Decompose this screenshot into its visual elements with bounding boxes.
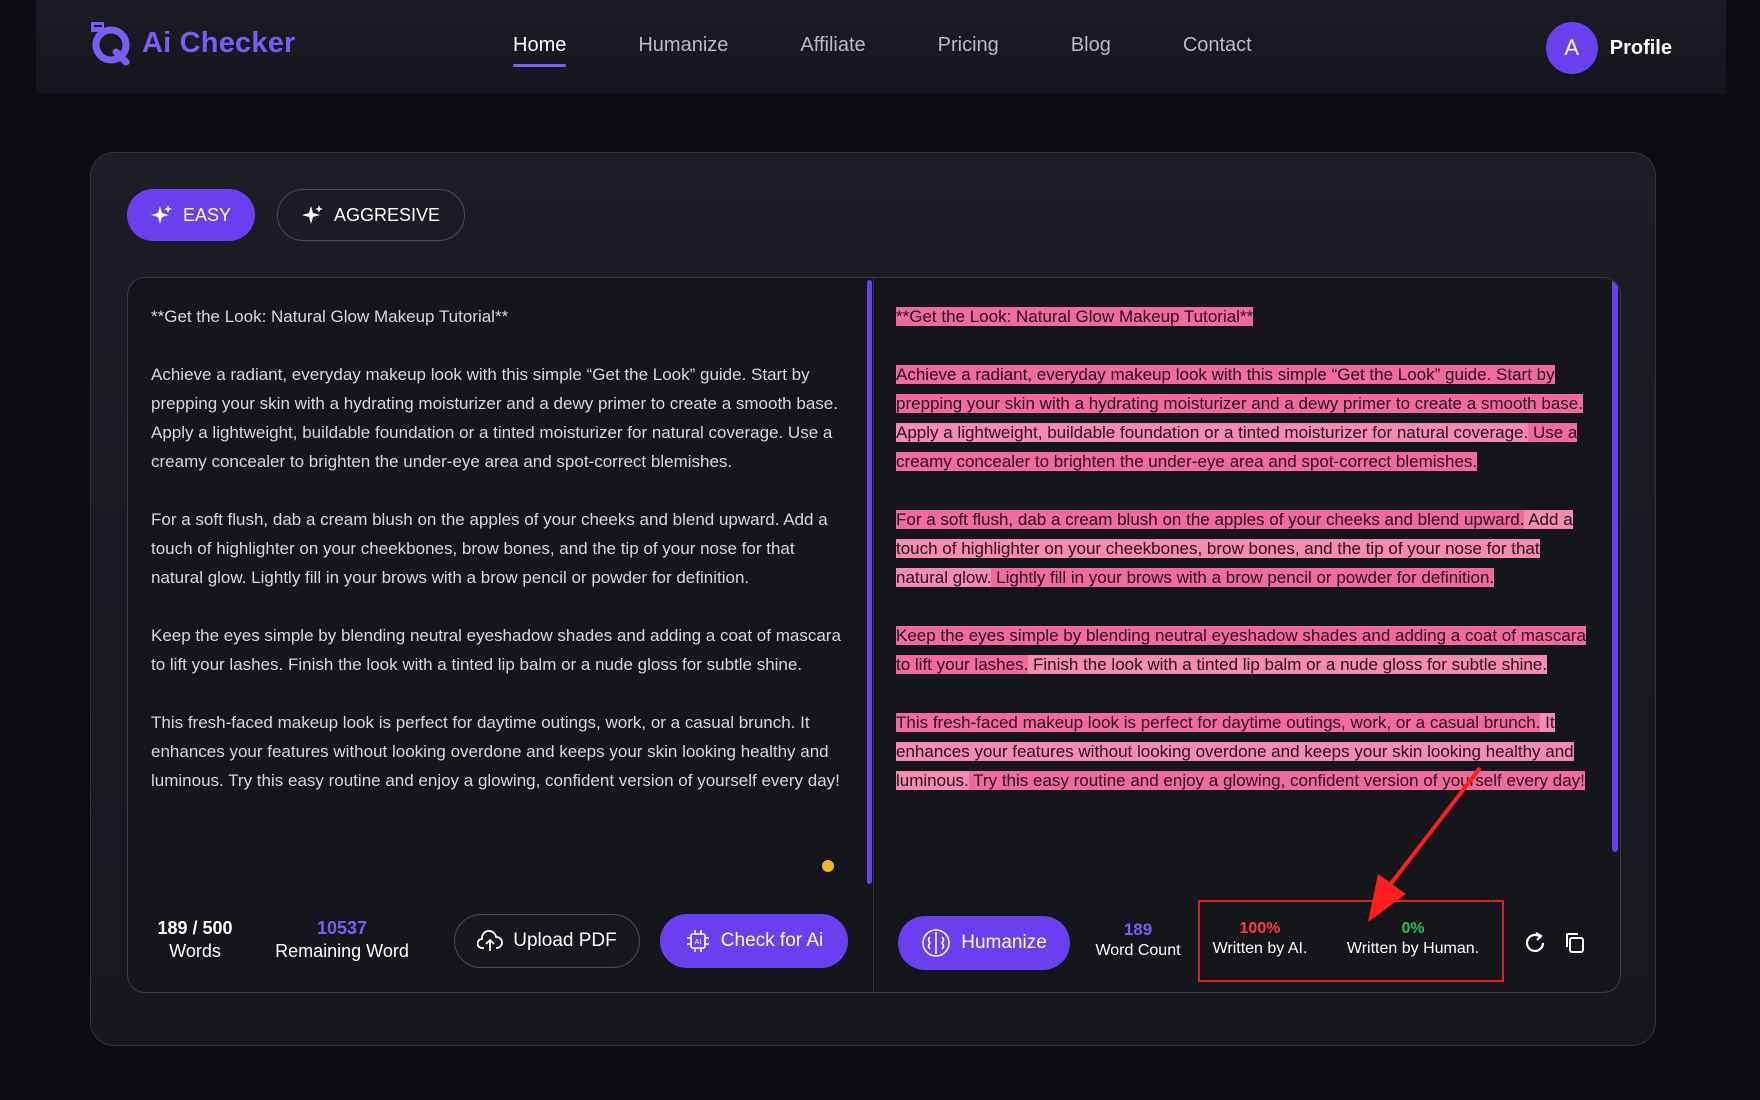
sparkle-icon (302, 205, 323, 224)
svg-text:AI: AI (694, 938, 701, 946)
status-dot (822, 860, 834, 872)
input-textarea[interactable]: **Get the Look: Natural Glow Makeup Tuto… (151, 302, 851, 902)
remaining-words-value: 10537 (316, 918, 368, 938)
nav-affiliate[interactable]: Affiliate (800, 34, 865, 65)
profile-label[interactable]: Profile (1610, 37, 1672, 60)
remaining-words-stat: 10537 Remaining Word (262, 918, 422, 962)
nav-pricing[interactable]: Pricing (938, 34, 999, 65)
nav-home[interactable]: Home (513, 34, 567, 67)
word-count-label: Words (169, 941, 221, 961)
ai-percent-value: 100% (1239, 920, 1281, 937)
input-paragraph: Keep the eyes simple by blending neutral… (151, 626, 841, 674)
result-paragraph: Achieve a radiant, everyday makeup look … (896, 360, 1596, 476)
ai-percent-label: Written by AI. (1212, 940, 1308, 957)
check-for-ai-button[interactable]: AI Check for Ai (660, 914, 848, 968)
ai-highlight-segment: Finish the look with a tinted lip balm o… (1028, 655, 1548, 674)
input-paragraph: Achieve a radiant, everyday makeup look … (151, 365, 838, 471)
nav-humanize[interactable]: Humanize (638, 34, 728, 65)
input-scrollbar[interactable] (867, 280, 872, 884)
cloud-upload-icon (477, 930, 504, 951)
ai-highlight-segment: **Get the Look: Natural Glow Makeup Tuto… (896, 307, 1254, 326)
ai-highlight-segment: Achieve a radiant, everyday makeup look … (896, 365, 1583, 413)
output-word-count-stat: 189 Word Count (1086, 920, 1190, 960)
main-nav: Home Humanize Affiliate Pricing Blog Con… (513, 34, 1324, 67)
brand-name: Ai Checker (142, 26, 296, 59)
ai-score-stat: 100% Written by AI. (1202, 920, 1318, 958)
sparkle-icon (151, 205, 172, 224)
mode-aggressive-label: AGGRESIVE (334, 204, 441, 225)
annotation-arrow-icon (1368, 766, 1482, 922)
upload-pdf-button[interactable]: Upload PDF (454, 914, 640, 968)
brain-icon (922, 929, 951, 957)
pane-divider (873, 278, 874, 992)
result-paragraph: For a soft flush, dab a cream blush on t… (896, 505, 1596, 592)
check-for-ai-label: Check for Ai (720, 930, 824, 951)
nav-contact[interactable]: Contact (1183, 34, 1252, 65)
refresh-icon[interactable] (1522, 930, 1548, 956)
result-paragraph: Keep the eyes simple by blending neutral… (896, 621, 1596, 679)
input-paragraph: **Get the Look: Natural Glow Makeup Tuto… (151, 307, 509, 326)
ai-chip-icon: AI (686, 930, 709, 952)
profile-menu[interactable]: A Profile (1545, 22, 1672, 74)
human-percent-label: Written by Human. (1346, 940, 1480, 957)
mode-aggressive-button[interactable]: AGGRESIVE (277, 189, 466, 241)
result-text: **Get the Look: Natural Glow Makeup Tuto… (896, 302, 1596, 906)
remaining-words-label: Remaining Word (275, 941, 409, 961)
top-navbar: Ai Checker Home Humanize Affiliate Prici… (36, 0, 1726, 94)
mode-easy-label: EASY (183, 204, 232, 225)
ai-highlight-segment: Lightly fill in your brows with a brow p… (991, 568, 1495, 587)
result-paragraph: **Get the Look: Natural Glow Makeup Tuto… (896, 302, 1596, 331)
result-scrollbar[interactable] (1612, 280, 1618, 852)
humanize-label: Humanize (961, 932, 1047, 953)
ai-highlight-segment: Try this easy routine and enjoy a glowin… (968, 771, 1585, 790)
input-paragraph: For a soft flush, dab a cream blush on t… (151, 510, 828, 587)
ai-highlight-segment: Apply a lightweight, buildable foundatio… (896, 423, 1529, 442)
mode-easy-button[interactable]: EASY (127, 189, 256, 241)
input-paragraph: This fresh-faced makeup look is perfect … (151, 713, 840, 790)
copy-icon[interactable] (1562, 930, 1588, 956)
result-paragraph: This fresh-faced makeup look is perfect … (896, 708, 1596, 795)
avatar[interactable]: A (1545, 22, 1598, 74)
word-count-stat: 189 / 500 Words (150, 918, 240, 962)
nav-blog[interactable]: Blog (1071, 34, 1111, 65)
ai-highlight-segment: This fresh-faced makeup look is perfect … (896, 713, 1541, 732)
upload-pdf-label: Upload PDF (513, 930, 617, 951)
ai-highlight-segment: For a soft flush, dab a cream blush on t… (896, 510, 1525, 529)
logo-icon (91, 22, 130, 66)
output-word-count-label: Word Count (1095, 942, 1181, 959)
humanize-button[interactable]: Humanize (898, 916, 1070, 970)
word-count-value: 189 / 500 (157, 918, 233, 938)
brand-logo[interactable]: Ai Checker (88, 20, 296, 66)
output-word-count-value: 189 (1123, 920, 1153, 939)
